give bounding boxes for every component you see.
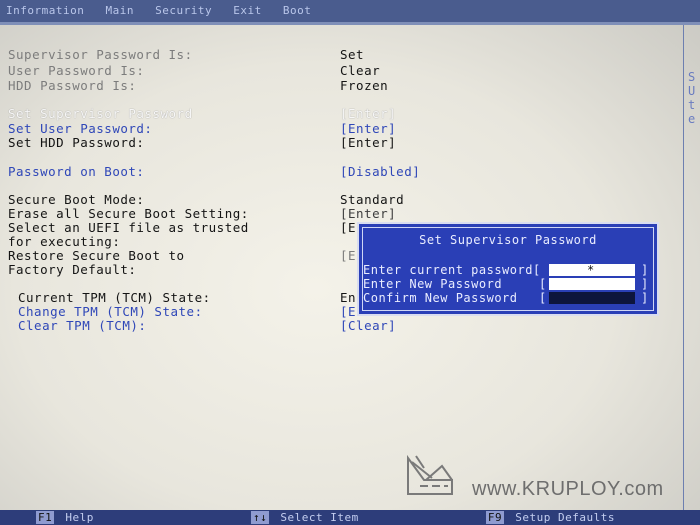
user-password-status-value: Clear (340, 63, 381, 78)
select-item-label: Select Item (280, 511, 359, 524)
f9-key: F9 (485, 511, 505, 524)
set-hdd-password-item[interactable]: Set HDD Password: (8, 135, 338, 150)
help-panel-fragment: S U t e (688, 70, 696, 126)
restore-secure-boot-item[interactable]: Restore Secure Boot to (8, 248, 338, 263)
kruploy-logo-icon (407, 454, 453, 495)
header-divider (0, 22, 700, 25)
select-uefi-file-enter[interactable]: [E (340, 220, 356, 235)
new-password-bracket: ] (641, 277, 649, 291)
select-uefi-file-item[interactable]: Select an UEFI file as trusted (8, 220, 338, 235)
confirm-password-label: Confirm New Password (363, 291, 518, 305)
f1-help-label: Help (65, 511, 94, 524)
setup-defaults-label: Setup Defaults (515, 511, 615, 524)
current-tpm-state-value: En (340, 290, 357, 305)
password-on-boot-item[interactable]: Password on Boot: (8, 164, 338, 179)
secure-boot-mode-value: Standard (340, 192, 405, 207)
tab-security[interactable]: Security (155, 4, 212, 17)
set-supervisor-password-dialog: Set Supervisor Password Enter current pa… (357, 222, 659, 316)
new-password-field[interactable] (549, 278, 635, 290)
tab-boot[interactable]: Boot (283, 4, 312, 17)
help-fragment-2: U (688, 84, 696, 98)
restore-secure-boot-enter[interactable]: [E (340, 248, 356, 263)
hdd-password-status-value: Frozen (340, 78, 389, 93)
set-supervisor-password-enter[interactable]: [Enter] (340, 106, 396, 121)
help-panel-divider (683, 25, 684, 510)
set-supervisor-password-item[interactable]: Set Supervisor Password (8, 106, 338, 121)
new-password-label: Enter New Password (363, 277, 503, 291)
current-password-masked-value: * (587, 263, 595, 277)
arrow-keys: ↑↓ (251, 511, 270, 524)
restore-secure-boot-item-line2: Factory Default: (8, 262, 137, 277)
set-hdd-password-enter[interactable]: [Enter] (340, 135, 396, 150)
menu-bar: Information Main Security Exit Boot (0, 0, 700, 22)
dialog-title: Set Supervisor Password (419, 233, 597, 247)
confirm-password-bracket: ] (641, 291, 649, 305)
f1-key: F1 (36, 511, 55, 524)
clear-tpm-value[interactable]: [Clear] (340, 318, 396, 333)
current-tpm-state-label: Current TPM (TCM) State: (18, 290, 211, 305)
supervisor-password-status-label: Supervisor Password Is: (8, 47, 193, 62)
select-uefi-file-item-line2: for executing: (8, 234, 121, 249)
supervisor-password-status-value: Set (340, 47, 365, 62)
erase-secure-boot-item[interactable]: Erase all Secure Boot Setting: (8, 206, 338, 221)
change-tpm-state-value[interactable]: [E (340, 304, 356, 319)
change-tpm-state-item[interactable]: Change TPM (TCM) State: (18, 304, 348, 319)
tab-exit[interactable]: Exit (233, 4, 262, 17)
user-password-status-label: User Password Is: (8, 63, 145, 78)
watermark-text: www.KRUPLOY.com (472, 478, 664, 500)
help-fragment-4: e (688, 112, 696, 126)
current-password-label: Enter current password[ (363, 263, 541, 277)
help-fragment-3: t (688, 98, 696, 112)
current-password-bracket: ] (641, 263, 649, 277)
tab-main[interactable]: Main (105, 4, 134, 17)
confirm-password-left-bracket: [ (539, 291, 547, 305)
hdd-password-status-label: HDD Password Is: (8, 78, 137, 93)
clear-tpm-item[interactable]: Clear TPM (TCM): (18, 318, 348, 333)
confirm-password-field[interactable] (549, 292, 635, 304)
secure-boot-mode-label: Secure Boot Mode: (8, 192, 145, 207)
help-fragment-1: S (688, 70, 696, 84)
footer-bar: F1 Help ↑↓ Select Item F9 Setup Defaults (0, 510, 700, 525)
new-password-left-bracket: [ (539, 277, 547, 291)
set-user-password-enter[interactable]: [Enter] (340, 121, 396, 136)
set-user-password-item[interactable]: Set User Password: (8, 121, 338, 136)
erase-secure-boot-enter[interactable]: [Enter] (340, 206, 396, 221)
password-on-boot-value[interactable]: [Disabled] (340, 164, 420, 179)
tab-information[interactable]: Information (6, 4, 84, 17)
